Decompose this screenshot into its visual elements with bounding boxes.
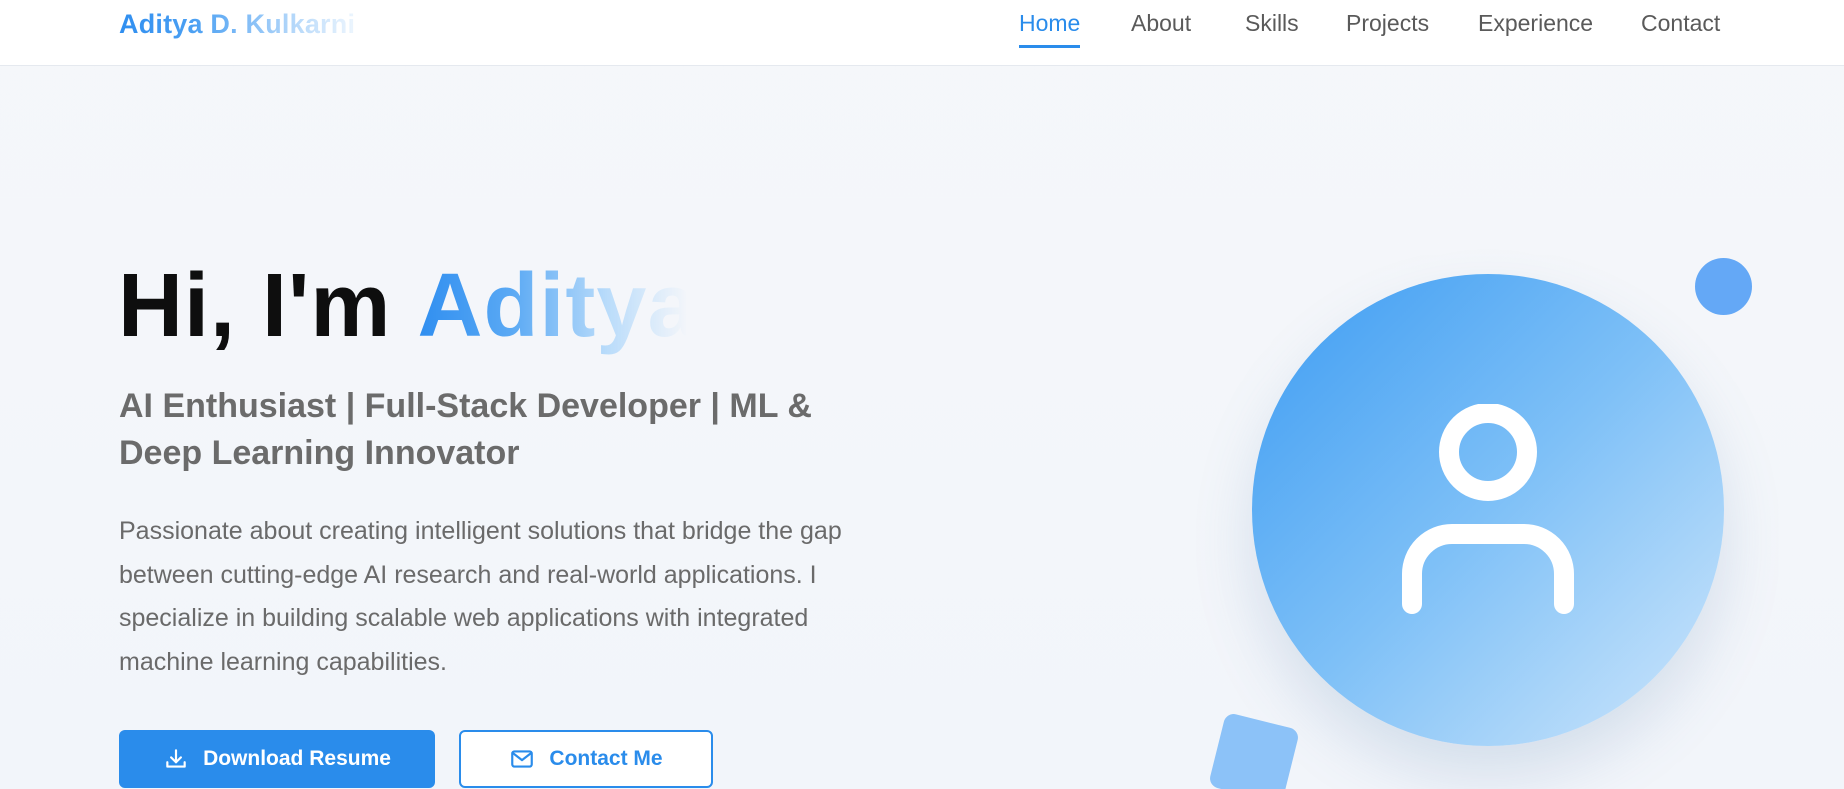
nav-link-contact[interactable]: Contact [1641, 10, 1720, 45]
navbar: Aditya D. Kulkarni Home About Skills Pro… [0, 0, 1844, 66]
decorative-square [1207, 711, 1301, 789]
contact-me-button[interactable]: Contact Me [459, 730, 713, 788]
download-resume-button[interactable]: Download Resume [119, 730, 435, 788]
decorative-circle [1695, 258, 1752, 315]
download-icon [166, 749, 186, 768]
nav-link-about[interactable]: About [1131, 10, 1191, 45]
hero-subtitle: AI Enthusiast | Full-Stack Developer | M… [119, 387, 812, 472]
hero-title: Hi, I'm Aditya [118, 255, 687, 358]
avatar [1252, 274, 1724, 746]
nav-link-home[interactable]: Home [1019, 10, 1081, 48]
hero-greeting: Hi, I'm [118, 256, 418, 356]
nav-link-experience[interactable]: Experience [1478, 10, 1593, 45]
hero-description: Passionate about creating intelligent so… [119, 517, 842, 676]
nav-link-skills[interactable]: Skills [1245, 10, 1299, 45]
nav-link-projects[interactable]: Projects [1346, 10, 1429, 45]
user-icon [1402, 404, 1574, 614]
mail-icon [511, 750, 534, 768]
nav-menu: Home About Skills Projects Experience Co… [0, 10, 1844, 50]
hero-name: Aditya [417, 256, 688, 356]
download-resume-label: Download Resume [203, 747, 391, 770]
contact-me-label: Contact Me [549, 747, 663, 770]
